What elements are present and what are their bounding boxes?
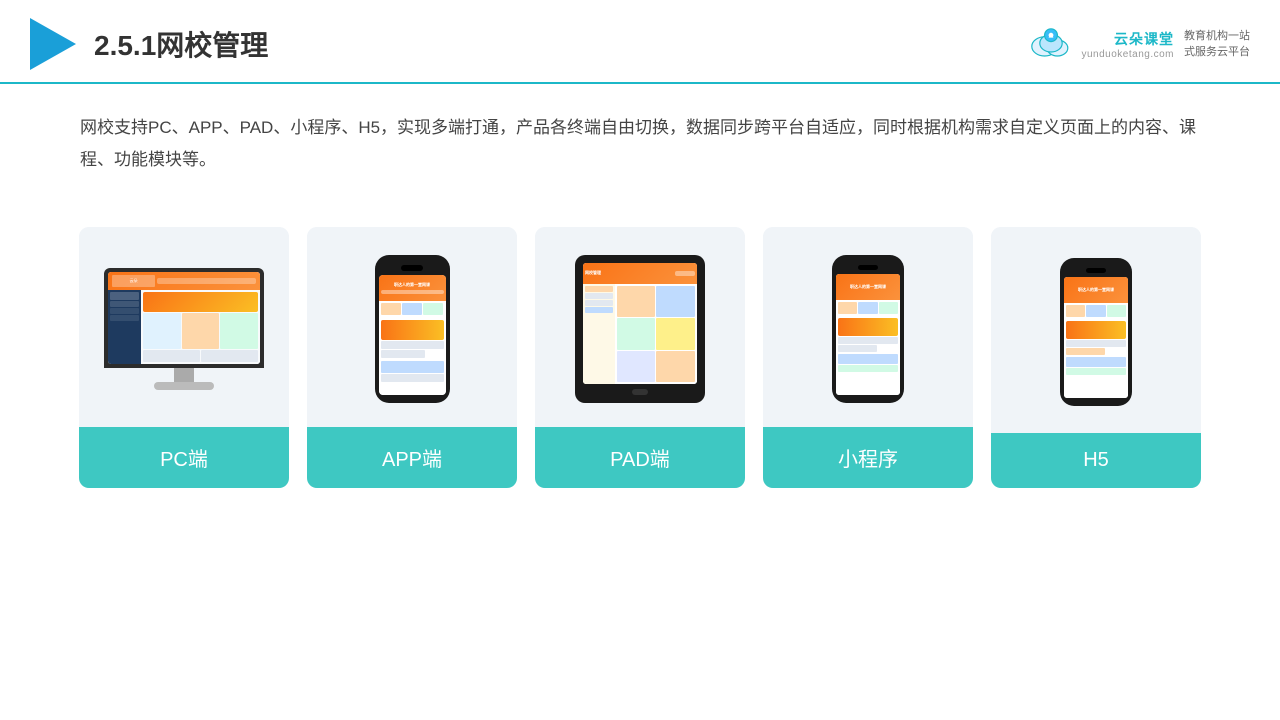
card-h5-label: H5 bbox=[991, 433, 1201, 488]
brand-icon: 云朵课堂 yunduoketang.com 教育机构一站 式服务云平台 bbox=[1027, 28, 1250, 61]
pad-mockup: 网校管理 bbox=[575, 255, 705, 403]
card-pc: 云朵 bbox=[79, 227, 289, 488]
brand-tagline: 教育机构一站 式服务云平台 bbox=[1184, 28, 1250, 61]
logo-icon bbox=[30, 18, 76, 70]
brand-name: 云朵课堂 yunduoketang.com bbox=[1081, 29, 1174, 60]
header-right: 云朵课堂 yunduoketang.com 教育机构一站 式服务云平台 bbox=[1027, 28, 1250, 61]
card-app-image: 职达人的第一堂网课 bbox=[307, 227, 517, 427]
card-mini-label: 小程序 bbox=[763, 427, 973, 488]
card-mini: 职达人的第一堂网课 bbox=[763, 227, 973, 488]
card-pc-image: 云朵 bbox=[79, 227, 289, 427]
card-app: 职达人的第一堂网课 bbox=[307, 227, 517, 488]
card-pad: 网校管理 bbox=[535, 227, 745, 488]
card-pad-image: 网校管理 bbox=[535, 227, 745, 427]
pc-mockup: 云朵 bbox=[104, 268, 264, 390]
page-title: 2.5.1网校管理 bbox=[94, 24, 268, 64]
app-mockup: 职达人的第一堂网课 bbox=[375, 255, 450, 403]
card-h5-image: 职达人的第一堂网课 bbox=[991, 227, 1201, 433]
card-pad-label: PAD端 bbox=[535, 427, 745, 488]
mini-mockup: 职达人的第一堂网课 bbox=[832, 255, 904, 403]
platform-cards: 云朵 bbox=[0, 197, 1280, 488]
card-pc-label: PC端 bbox=[79, 427, 289, 488]
description-text: 网校支持PC、APP、PAD、小程序、H5，实现多端打通，产品各终端自由切换，数… bbox=[0, 84, 1280, 187]
card-mini-image: 职达人的第一堂网课 bbox=[763, 227, 973, 427]
page-header: 2.5.1网校管理 云朵课堂 yunduoketang.com 教育机构一站 式… bbox=[0, 0, 1280, 84]
card-h5: 职达人的第一堂网课 bbox=[991, 227, 1201, 488]
card-app-label: APP端 bbox=[307, 427, 517, 488]
header-left: 2.5.1网校管理 bbox=[30, 18, 268, 70]
h5-mockup: 职达人的第一堂网课 bbox=[1060, 258, 1132, 406]
